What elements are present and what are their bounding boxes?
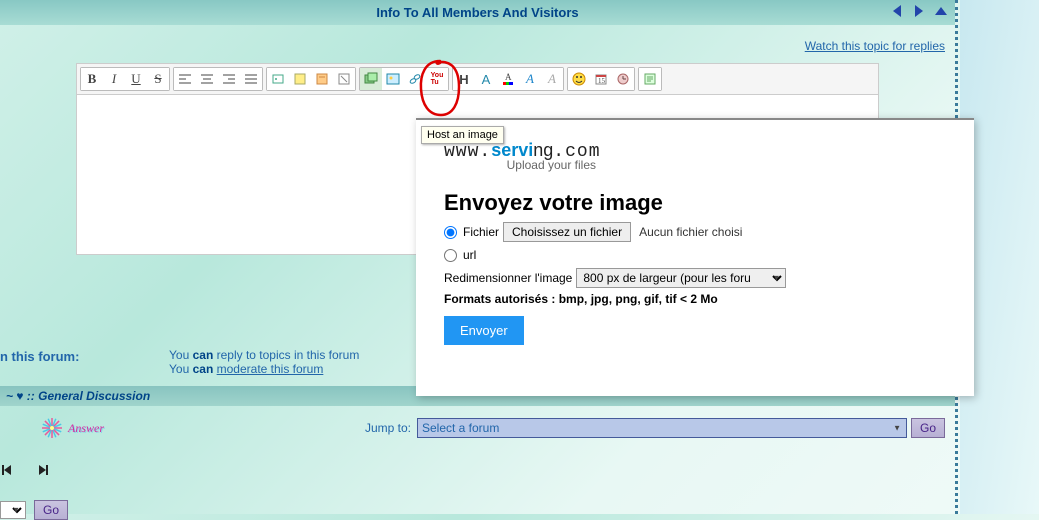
perm-line2-can: can <box>193 362 214 376</box>
prev-page-icon[interactable] <box>0 462 16 478</box>
italic-button[interactable]: I <box>103 68 125 90</box>
radio-url[interactable] <box>444 249 457 262</box>
svg-text:15: 15 <box>598 77 606 85</box>
host-image-button[interactable] <box>360 68 382 90</box>
forum-perm-label: n this forum: <box>0 349 79 364</box>
answer-row: Answer Jump to: Select a forum Go <box>0 406 955 440</box>
insert-link-button[interactable] <box>404 68 426 90</box>
resize-select[interactable]: 800 px de largeur (pour les foru <box>576 268 786 288</box>
heading-button[interactable]: H <box>453 68 475 90</box>
emoji-button[interactable] <box>568 68 590 90</box>
star-icon <box>40 416 64 440</box>
bottom-controls: Go <box>0 500 68 520</box>
hidden-button[interactable] <box>333 68 355 90</box>
choose-file-button[interactable]: Choisissez un fichier <box>503 222 631 242</box>
jump-label: Jump to: <box>365 421 411 435</box>
bottom-nav-icons <box>0 462 50 478</box>
nav-arrows <box>889 3 949 22</box>
tiny-select[interactable] <box>0 501 26 519</box>
no-file-text: Aucun fichier choisi <box>639 225 742 239</box>
font-family-button[interactable]: A <box>519 68 541 90</box>
youtube-button[interactable]: YouTu <box>426 68 448 90</box>
font-color-button[interactable]: A <box>497 68 519 90</box>
url-source-row: url <box>444 248 946 262</box>
svg-text:A: A <box>505 72 512 82</box>
formats-text: Formats autorisés : bmp, jpg, png, gif, … <box>444 292 946 306</box>
spoiler-button[interactable] <box>311 68 333 90</box>
bold-button[interactable]: B <box>81 68 103 90</box>
host-image-popup: www.serving.com Upload your files Envoye… <box>416 118 974 396</box>
align-right-button[interactable] <box>218 68 240 90</box>
answer-label[interactable]: Answer <box>68 421 104 436</box>
align-justify-button[interactable] <box>240 68 262 90</box>
underline-button[interactable]: U <box>125 68 147 90</box>
source-view-button[interactable] <box>639 68 661 90</box>
font-size-button[interactable]: A <box>475 68 497 90</box>
perm-line2-pre: You <box>169 362 193 376</box>
insert-image-button[interactable] <box>382 68 404 90</box>
nav-next-icon[interactable] <box>911 3 927 22</box>
moderate-forum-link[interactable]: moderate this forum <box>217 362 324 376</box>
file-source-row: Fichier Choisissez un fichier Aucun fich… <box>444 222 946 242</box>
quote-button[interactable] <box>267 68 289 90</box>
resize-label: Redimensionner l'image <box>444 271 572 285</box>
logo-www: www. <box>444 142 491 162</box>
nav-up-icon[interactable] <box>933 3 949 22</box>
bottom-go-button[interactable]: Go <box>34 500 68 520</box>
send-button[interactable]: Envoyer <box>444 316 524 345</box>
radio-file[interactable] <box>444 226 457 239</box>
perm-line1-pre: You <box>169 348 193 362</box>
remove-format-button[interactable]: A <box>541 68 563 90</box>
time-button[interactable] <box>612 68 634 90</box>
code-button[interactable] <box>289 68 311 90</box>
perm-line1-post: reply to topics in this forum <box>213 348 359 362</box>
nav-prev-icon[interactable] <box>889 3 905 22</box>
logo-ng: ng <box>533 140 553 160</box>
radio-url-label: url <box>463 248 476 262</box>
date-button[interactable]: 15 <box>590 68 612 90</box>
next-page-icon[interactable] <box>34 462 50 478</box>
host-image-tooltip: Host an image <box>421 126 504 144</box>
align-center-button[interactable] <box>196 68 218 90</box>
watch-topic-link[interactable]: Watch this topic for replies <box>805 39 945 53</box>
strike-button[interactable]: S <box>147 68 169 90</box>
editor-toolbar: B I U S YouTu <box>76 63 879 95</box>
radio-file-label: Fichier <box>463 225 499 239</box>
top-bar: Info To All Members And Visitors <box>0 0 955 25</box>
align-left-button[interactable] <box>174 68 196 90</box>
jump-select[interactable]: Select a forum <box>417 418 907 438</box>
page-title: Info To All Members And Visitors <box>376 5 578 20</box>
popup-title: Envoyez votre image <box>444 190 946 216</box>
resize-row: Redimensionner l'image 800 px de largeur… <box>444 268 946 288</box>
perm-line1-can: can <box>193 348 214 362</box>
jump-go-button[interactable]: Go <box>911 418 945 438</box>
